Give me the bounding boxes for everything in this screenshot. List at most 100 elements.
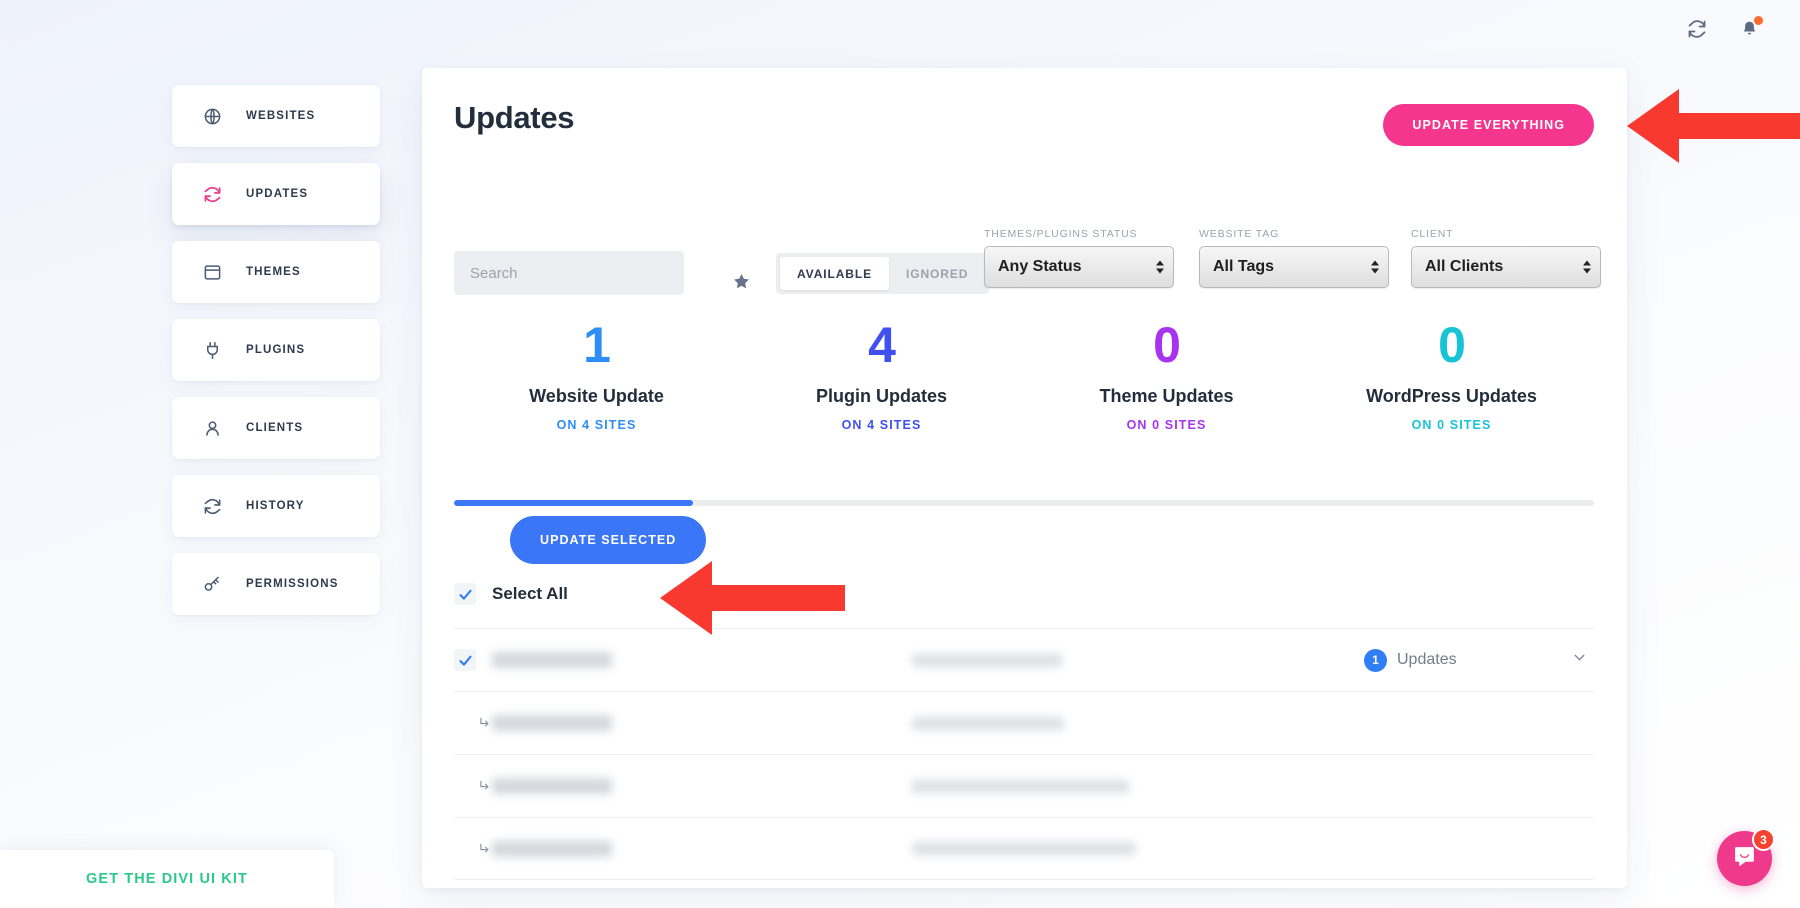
row-checkbox[interactable] (454, 649, 476, 671)
chat-bubble-icon (1732, 844, 1757, 874)
site-name-redacted (492, 841, 612, 857)
update-selected-button[interactable]: UPDATE SELECTED (510, 516, 706, 564)
chevron-down-icon[interactable] (1571, 649, 1588, 671)
website-tag-filter: WEBSITE TAG All Tags (1199, 228, 1389, 288)
progress-bar (454, 500, 1594, 506)
stat-title: Theme Updates (1024, 386, 1309, 407)
site-url-redacted (912, 717, 1064, 730)
sidebar-item-label: THEMES (246, 266, 301, 278)
select-value: All Tags (1213, 258, 1274, 276)
child-row-arrow-icon (454, 779, 492, 793)
filter-label: THEMES/PLUGINS STATUS (984, 228, 1174, 240)
sidebar-item-clients[interactable]: CLIENTS (172, 397, 380, 459)
stat-number: 0 (1309, 320, 1594, 370)
client-select[interactable]: All Clients (1411, 246, 1601, 288)
arrow-update-everything (1627, 88, 1800, 164)
star-icon[interactable] (732, 272, 751, 296)
top-bar (0, 0, 1800, 58)
select-all-checkbox[interactable] (454, 583, 476, 605)
updates-panel: Updates UPDATE EVERYTHING AVAILABLE IGNO… (422, 68, 1627, 888)
sidebar-item-history[interactable]: HISTORY (172, 475, 380, 537)
sidebar-item-label: PLUGINS (246, 344, 305, 356)
filter-label: CLIENT (1411, 228, 1601, 240)
site-name-cell (492, 715, 912, 731)
user-icon (202, 418, 222, 438)
tab-available[interactable]: AVAILABLE (780, 257, 889, 290)
child-row-arrow-icon (454, 716, 492, 730)
table-row[interactable] (454, 817, 1594, 880)
tab-ignored[interactable]: IGNORED (889, 257, 985, 290)
refresh-sync-icon[interactable] (1684, 16, 1710, 42)
row-updates-cell: 1 Updates (1364, 649, 1594, 672)
progress-bar-fill (454, 500, 693, 506)
stat-title: WordPress Updates (1309, 386, 1594, 407)
stat-website-update: 1 Website Update ON 4 SITES (454, 320, 739, 432)
filter-bar: AVAILABLE IGNORED THEMES/PLUGINS STATUS … (454, 228, 1594, 282)
sidebar-item-plugins[interactable]: PLUGINS (172, 319, 380, 381)
sidebar-item-websites[interactable]: WEBSITES (172, 85, 380, 147)
site-url-cell (912, 780, 1364, 793)
site-url-redacted (912, 654, 1062, 667)
client-filter: CLIENT All Clients (1411, 228, 1601, 288)
chevron-updown-icon (1156, 261, 1164, 274)
stat-number: 4 (739, 320, 1024, 370)
stat-title: Plugin Updates (739, 386, 1024, 407)
sidebar-item-label: PERMISSIONS (246, 578, 339, 590)
search-input[interactable] (454, 251, 684, 295)
chat-launcher-button[interactable]: 3 (1717, 831, 1772, 886)
stat-plugin-updates: 4 Plugin Updates ON 4 SITES (739, 320, 1024, 432)
sidebar: WEBSITES UPDATES THEMES (172, 85, 380, 615)
site-url-redacted (912, 780, 1129, 793)
table-row[interactable] (454, 691, 1594, 754)
table-row[interactable]: 1 Updates (454, 628, 1594, 691)
sidebar-item-label: WEBSITES (246, 110, 315, 122)
updates-count-badge: 1 (1364, 649, 1387, 672)
chat-unread-badge: 3 (1752, 828, 1775, 851)
site-url-redacted (912, 842, 1136, 855)
row-checkbox-cell (454, 649, 492, 671)
stat-number: 1 (454, 320, 739, 370)
site-url-cell (912, 654, 1364, 667)
bell-icon[interactable] (1736, 16, 1762, 42)
stat-subtitle: ON 0 SITES (1309, 418, 1594, 432)
stat-subtitle: ON 4 SITES (739, 418, 1024, 432)
website-tag-select[interactable]: All Tags (1199, 246, 1389, 288)
sidebar-item-themes[interactable]: THEMES (172, 241, 380, 303)
sidebar-item-label: HISTORY (246, 500, 305, 512)
sidebar-item-label: CLIENTS (246, 422, 303, 434)
stat-number: 0 (1024, 320, 1309, 370)
plug-icon (202, 340, 222, 360)
sidebar-item-permissions[interactable]: PERMISSIONS (172, 553, 380, 615)
site-name-cell (492, 652, 912, 668)
select-all-label: Select All (492, 584, 568, 604)
stat-title: Website Update (454, 386, 739, 407)
stat-subtitle: ON 4 SITES (454, 418, 739, 432)
updates-label: Updates (1397, 651, 1457, 669)
sidebar-item-label: UPDATES (246, 188, 308, 200)
divi-ui-kit-banner[interactable]: GET THE DIVI UI KIT (0, 850, 334, 908)
site-url-cell (912, 717, 1364, 730)
site-name-redacted (492, 652, 612, 668)
sidebar-item-updates[interactable]: UPDATES (172, 163, 380, 225)
chevron-updown-icon (1371, 261, 1379, 274)
notification-dot (1754, 16, 1763, 25)
site-name-cell (492, 841, 912, 857)
table-row[interactable] (454, 754, 1594, 817)
themes-plugins-status-select[interactable]: Any Status (984, 246, 1174, 288)
select-value: Any Status (998, 258, 1082, 276)
site-name-cell (492, 778, 912, 794)
child-row-arrow-icon (454, 842, 492, 856)
refresh-icon (202, 496, 222, 516)
update-everything-button[interactable]: UPDATE EVERYTHING (1383, 104, 1594, 146)
globe-icon (202, 106, 222, 126)
chevron-updown-icon (1583, 261, 1591, 274)
select-value: All Clients (1425, 258, 1503, 276)
stat-subtitle: ON 0 SITES (1024, 418, 1309, 432)
status-toggle: AVAILABLE IGNORED (776, 253, 989, 294)
stats-row: 1 Website Update ON 4 SITES 4 Plugin Upd… (454, 320, 1594, 432)
stat-theme-updates: 0 Theme Updates ON 0 SITES (1024, 320, 1309, 432)
website-list: 1 Updates (454, 628, 1594, 880)
window-icon (202, 262, 222, 282)
key-icon (202, 574, 222, 594)
site-name-redacted (492, 778, 612, 794)
